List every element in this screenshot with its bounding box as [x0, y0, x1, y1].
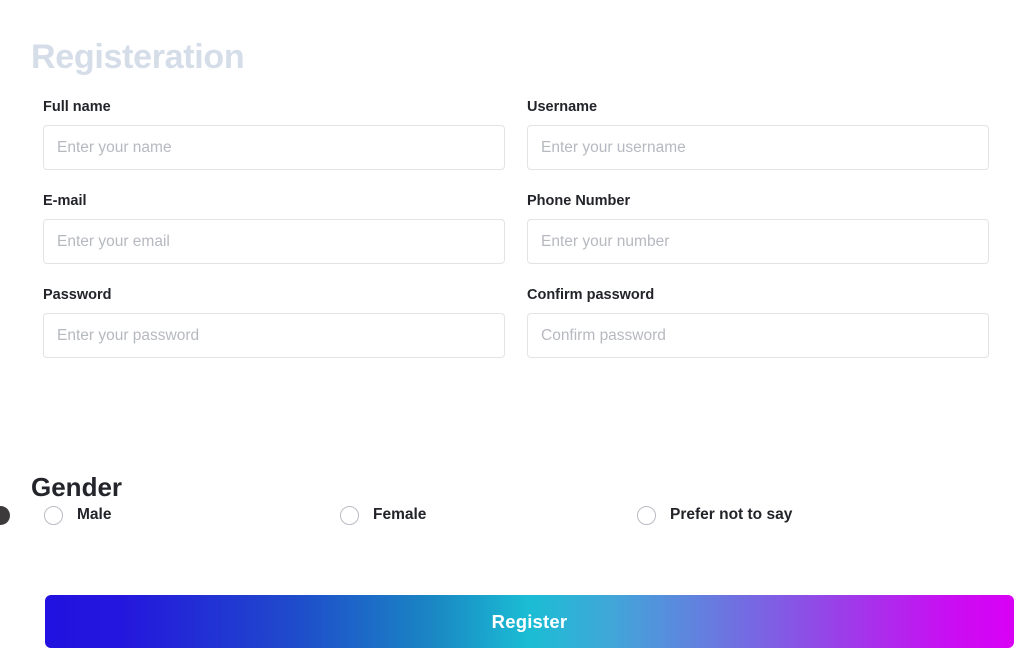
input-full-name[interactable] — [43, 125, 505, 170]
label-username: Username — [527, 99, 598, 115]
input-password[interactable] — [43, 313, 505, 358]
field-password: Password — [43, 286, 505, 358]
form-row: Full name Username — [43, 98, 989, 170]
radio-circle-icon[interactable] — [340, 505, 359, 525]
gender-radio-group: Male Female Prefer not to say — [44, 505, 994, 531]
radio-option-male[interactable]: Male — [44, 505, 111, 525]
registration-form: Full name Username E-mail Phone Number P… — [43, 98, 989, 380]
input-email[interactable] — [43, 219, 505, 264]
input-username[interactable] — [527, 125, 989, 170]
registration-page: Registeration Full name Username E-mail … — [0, 0, 1024, 654]
register-button[interactable]: Register — [45, 595, 1014, 648]
edge-cursor-marker — [0, 506, 10, 525]
radio-label-male: Male — [77, 506, 112, 523]
radio-circle-icon[interactable] — [637, 505, 656, 525]
label-password: Password — [43, 287, 112, 303]
field-phone-number: Phone Number — [527, 192, 989, 264]
label-full-name: Full name — [43, 99, 111, 115]
input-phone-number[interactable] — [527, 219, 989, 264]
label-phone-number: Phone Number — [527, 193, 631, 209]
radio-label-female: Female — [373, 506, 427, 523]
radio-label-prefer-not-to-say: Prefer not to say — [670, 506, 793, 523]
label-confirm-password: Confirm password — [527, 287, 655, 303]
radio-option-prefer-not-to-say[interactable]: Prefer not to say — [637, 505, 792, 525]
radio-circle-icon[interactable] — [44, 505, 63, 525]
gender-heading: Gender — [31, 471, 123, 502]
field-full-name: Full name — [43, 98, 505, 170]
input-confirm-password[interactable] — [527, 313, 989, 358]
radio-option-female[interactable]: Female — [340, 505, 426, 525]
label-email: E-mail — [43, 193, 87, 209]
field-email: E-mail — [43, 192, 505, 264]
field-username: Username — [527, 98, 989, 170]
page-title: Registeration — [31, 37, 245, 76]
form-row: E-mail Phone Number — [43, 192, 989, 264]
field-confirm-password: Confirm password — [527, 286, 989, 358]
form-row: Password Confirm password — [43, 286, 989, 358]
